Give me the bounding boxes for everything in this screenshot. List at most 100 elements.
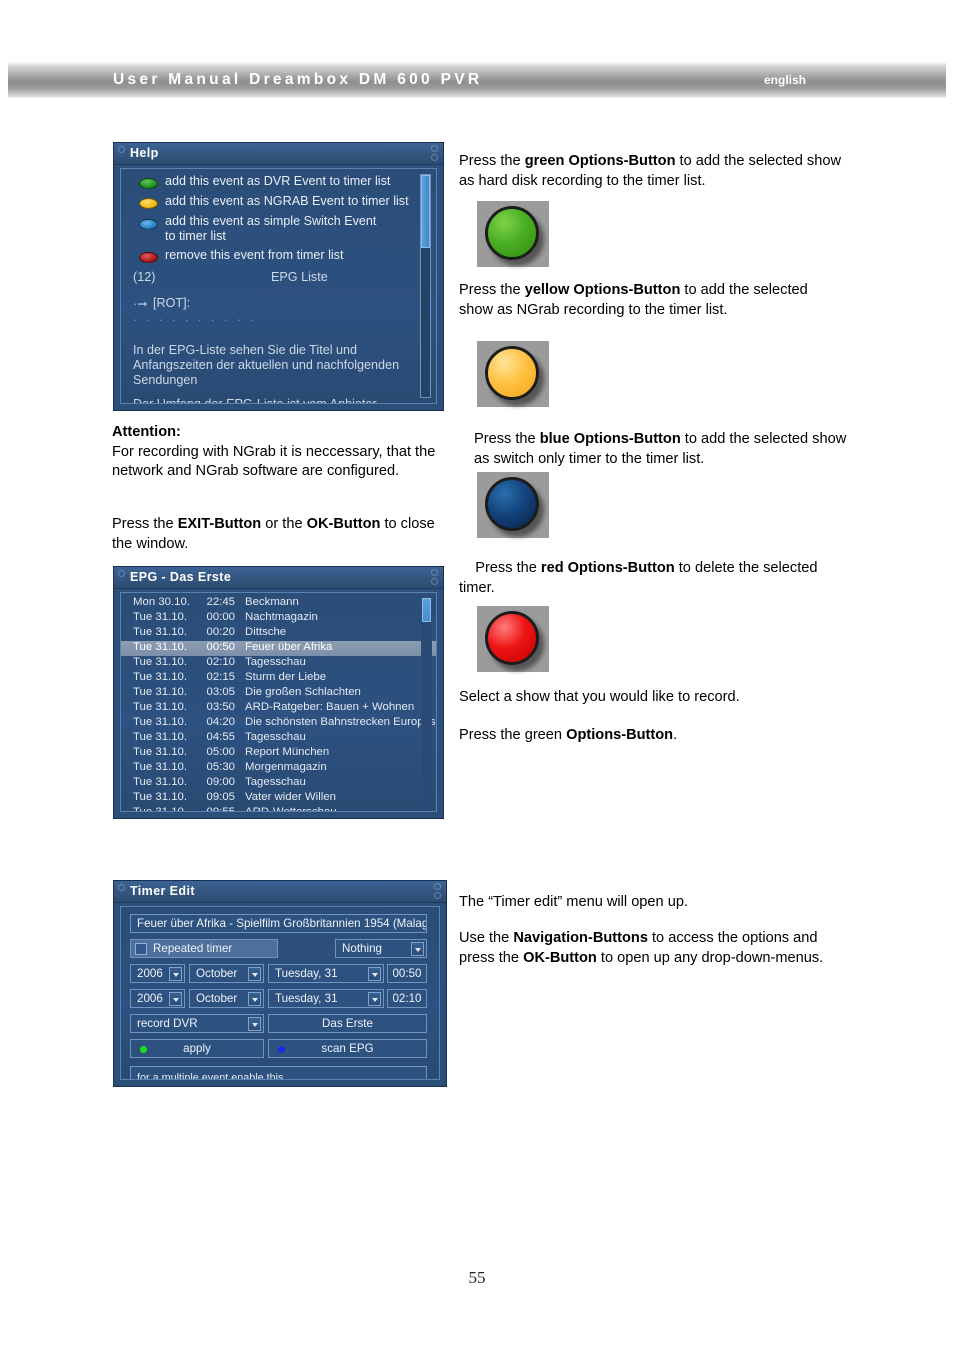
action-dropdown[interactable]: record DVR <box>130 1014 264 1033</box>
epg-scrollbar[interactable] <box>421 597 432 807</box>
press-green-text-1: Press the green <box>459 727 567 743</box>
repeated-timer-checkbox[interactable]: Repeated timer <box>130 939 278 958</box>
nav-para-text-1: Use the <box>459 930 514 946</box>
epg-item-time: 03:50 <box>206 701 235 713</box>
epg-list-item[interactable]: Tue 31.10. 00:50 Feuer über Afrika <box>121 641 436 656</box>
epg-item-time: 03:05 <box>206 686 235 698</box>
start-year-dropdown[interactable]: 2006 <box>130 964 185 983</box>
start-day-dropdown[interactable]: Tuesday, 31 <box>268 964 384 983</box>
channel-field[interactable]: Das Erste <box>268 1014 427 1033</box>
end-time-field[interactable]: 02:10 <box>387 989 427 1008</box>
epg-window-title: EPG - Das Erste <box>130 570 232 584</box>
chevron-down-icon[interactable] <box>411 942 424 956</box>
end-month-dropdown[interactable]: October <box>189 989 264 1008</box>
epg-list-item[interactable]: Tue 31.10. 05:30 Morgenmagazin <box>121 761 436 776</box>
epg-list-item[interactable]: Tue 31.10. 03:05 Die großen Schlachten <box>121 686 436 701</box>
event-name-field[interactable]: Feuer über Afrika - Spielfilm Großbritan… <box>130 914 427 933</box>
epg-list-item[interactable]: Tue 31.10. 03:50 ARD-Ratgeber: Bauen + Woh… <box>121 701 436 716</box>
epg-item-title: Die großen Schlachten <box>245 686 361 698</box>
epg-list-item[interactable]: Tue 31.10. 05:00 Report München <box>121 746 436 761</box>
resize-dot-icon <box>431 145 438 152</box>
epg-item-time: 02:15 <box>206 671 235 683</box>
help-scrollbar[interactable] <box>420 174 431 398</box>
epg-list-item[interactable]: Mon 30.10. 22:45 Beckmann <box>121 596 436 611</box>
start-month-value: October <box>196 967 238 980</box>
epg-list-item[interactable]: Tue 31.10. 09:05 Vater wider Willen <box>121 791 436 806</box>
apply-button[interactable]: apply <box>130 1039 264 1058</box>
chevron-down-icon[interactable] <box>368 992 381 1006</box>
attention-body: For recording with NGrab it is neccessar… <box>112 443 436 480</box>
checkbox-icon[interactable] <box>135 943 147 955</box>
blue-button-icon <box>485 477 539 531</box>
epg-item-day: Tue 31.10. <box>133 671 188 683</box>
epg-list-item[interactable]: Tue 31.10. 09:55 ARD-Wetterschau <box>121 806 436 812</box>
epg-list[interactable]: Mon 30.10. 22:45 Beckmann Tue 31.10. 00:00 Na… <box>121 596 436 812</box>
yellow-paragraph: Press the yellow Options-Button to add t… <box>459 281 829 320</box>
yellow-button-icon <box>139 198 158 209</box>
epg-item-day: Tue 31.10. <box>133 746 188 758</box>
blue-paragraph: Press the blue Options-Button to add the… <box>474 430 849 469</box>
help-dots: . . . . . . . . . . <box>133 310 257 324</box>
help-window-titlebar: Help <box>114 143 443 165</box>
chevron-down-icon[interactable] <box>169 992 182 1006</box>
rot-arrow-icon: ·➞ <box>133 297 148 311</box>
green-options-button-bold: green Options-Button <box>524 153 676 169</box>
epg-item-day: Tue 31.10. <box>133 761 188 773</box>
green-button-icon <box>139 178 158 189</box>
epg-item-time: 09:55 <box>206 806 235 812</box>
help-scrollbar-thumb[interactable] <box>421 175 430 248</box>
resize-dot-icon <box>118 570 125 577</box>
start-day-value: Tuesday, 31 <box>275 967 338 980</box>
end-year-dropdown[interactable]: 2006 <box>130 989 185 1008</box>
repeat-mode-dropdown[interactable]: Nothing <box>335 939 427 958</box>
chevron-down-icon[interactable] <box>248 1017 261 1031</box>
help-description-2: Der Umfang der EPG-Liste ist vom Anbiete… <box>133 397 377 404</box>
end-month-value: October <box>196 992 238 1005</box>
start-time-field[interactable]: 00:50 <box>387 964 427 983</box>
epg-item-time: 00:00 <box>206 611 235 623</box>
start-month-dropdown[interactable]: October <box>189 964 264 983</box>
epg-item-time: 00:50 <box>206 641 235 653</box>
exit-paragraph: Press the EXIT-Button or the OK-Button t… <box>112 515 452 554</box>
epg-window: EPG - Das Erste Mon 30.10. 22:45 Beckmann T… <box>113 566 444 819</box>
epg-list-item[interactable]: Tue 31.10. 02:15 Sturm der Liebe <box>121 671 436 686</box>
scan-epg-button[interactable]: scan EPG <box>268 1039 427 1058</box>
epg-window-body: Mon 30.10. 22:45 Beckmann Tue 31.10. 00:00 Na… <box>120 592 437 812</box>
chevron-down-icon[interactable] <box>248 967 261 981</box>
epg-scrollbar-thumb[interactable] <box>422 598 431 622</box>
epg-list-item[interactable]: Tue 31.10. 00:20 Dittsche <box>121 626 436 641</box>
resize-dot-icon <box>431 578 438 585</box>
epg-item-title: Beckmann <box>245 596 299 608</box>
channel-value: Das Erste <box>322 1017 373 1030</box>
options-button-bold: Options-Button <box>566 727 674 743</box>
green-paragraph: Press the green Options-Button to add th… <box>459 152 849 191</box>
blue-options-button-bold: blue Options-Button <box>539 431 681 447</box>
navigation-buttons-bold: Navigation-Buttons <box>513 930 648 946</box>
epg-list-item[interactable]: Tue 31.10. 00:00 Nachtmagazin <box>121 611 436 626</box>
epg-list-item[interactable]: Tue 31.10. 09:00 Tagesschau <box>121 776 436 791</box>
green-options-button-image <box>477 201 549 267</box>
epg-item-time: 04:55 <box>206 731 235 743</box>
chevron-down-icon[interactable] <box>169 967 182 981</box>
red-button-icon <box>485 611 539 665</box>
epg-item-title: Dittsche <box>245 626 287 638</box>
epg-item-title: Tagesschau <box>245 656 306 668</box>
help-option-label: add this event as simple Switch Event to… <box>165 214 377 243</box>
epg-item-time: 00:20 <box>206 626 235 638</box>
epg-item-time: 05:00 <box>206 746 235 758</box>
nav-para-text-3: to open up any drop-down-menus. <box>596 949 824 966</box>
epg-list-item[interactable]: Tue 31.10. 02:10 Tagesschau <box>121 656 436 671</box>
repeated-timer-label: Repeated timer <box>153 942 233 955</box>
epg-item-title: Morgenmagazin <box>245 761 327 773</box>
chevron-down-icon[interactable] <box>248 992 261 1006</box>
end-day-dropdown[interactable]: Tuesday, 31 <box>268 989 384 1008</box>
scan-epg-label: scan EPG <box>321 1042 374 1055</box>
chevron-down-icon[interactable] <box>368 967 381 981</box>
yellow-button-icon <box>485 346 539 400</box>
end-day-value: Tuesday, 31 <box>275 992 338 1005</box>
epg-list-item[interactable]: Tue 31.10. 04:20 Die schönsten Bahnstrecke… <box>121 716 436 731</box>
timer-edit-titlebar: Timer Edit <box>114 881 446 903</box>
language-label: english <box>763 73 806 87</box>
epg-list-item[interactable]: Tue 31.10. 04:55 Tagesschau <box>121 731 436 746</box>
epg-item-day: Tue 31.10. <box>133 731 188 743</box>
